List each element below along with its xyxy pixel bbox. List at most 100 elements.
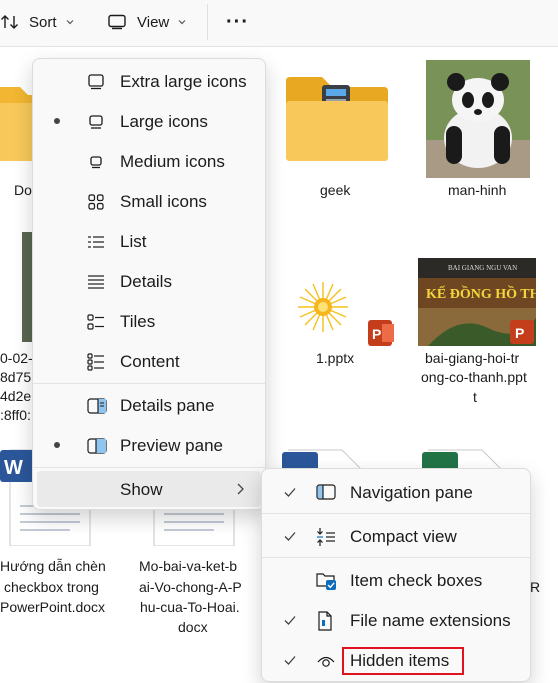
svg-text:KẾ ĐỒNG HỒ THANH: KẾ ĐỒNG HỒ THANH [426, 284, 536, 302]
menu-divider [262, 513, 530, 514]
menu-item-label: Details pane [120, 396, 215, 415]
tiles-icon [87, 313, 105, 331]
submenu-item-hidden-items[interactable]: Hidden items [266, 642, 526, 678]
menu-item-large-icons[interactable]: Large icons [37, 103, 261, 139]
svg-text:BAI GIANG NGU VAN: BAI GIANG NGU VAN [448, 264, 517, 272]
sort-label: Sort [29, 13, 57, 31]
menu-item-content[interactable]: Content [37, 343, 261, 379]
file-label: man-hinh [448, 182, 507, 198]
file-label: PowerPoint.docx [0, 599, 106, 615]
file-label: 8d75( [0, 369, 36, 385]
more-options-button[interactable]: ··· [226, 8, 249, 36]
file-label: 0-02- [0, 350, 33, 366]
file-extension-icon [316, 611, 336, 631]
menu-item-label: Preview pane [120, 436, 224, 455]
image-thumbnail[interactable] [22, 232, 32, 342]
file-label: Do [14, 182, 32, 198]
submenu-item-item-check-boxes[interactable]: Item check boxes [266, 562, 526, 598]
view-button[interactable]: View [108, 8, 187, 36]
toolbar-divider [207, 4, 208, 40]
view-label: View [137, 13, 170, 31]
menu-item-label: Medium icons [120, 152, 225, 171]
menu-item-details-pane[interactable]: Details pane [37, 387, 261, 423]
details-pane-icon [87, 397, 107, 415]
submenu-item-file-name-extensions[interactable]: File name extensions [266, 602, 526, 638]
file-label: :8ff0: [0, 407, 31, 423]
selected-bullet [54, 442, 60, 448]
file-label: ai-Vo-chong-A-P [139, 579, 242, 595]
svg-text:P: P [372, 326, 381, 342]
menu-item-list[interactable]: List [37, 223, 261, 259]
submenu-item-label: Navigation pane [350, 483, 473, 502]
file-label: Mo-bai-va-ket-b [139, 558, 238, 574]
file-label: R [530, 579, 541, 595]
compact-view-icon [316, 527, 336, 547]
menu-item-label: List [120, 232, 147, 251]
submenu-item-label: Compact view [350, 527, 457, 546]
folder-icon[interactable] [284, 75, 390, 168]
menu-item-label: Content [120, 352, 180, 371]
menu-item-details[interactable]: Details [37, 263, 261, 299]
svg-text:W: W [4, 457, 23, 479]
menu-item-label: Large icons [120, 112, 208, 131]
menu-divider [33, 467, 265, 468]
menu-item-preview-pane[interactable]: Preview pane [37, 427, 261, 463]
pptx-thumbnail[interactable]: BAI GIANG NGU VAN KẾ ĐỒNG HỒ THANH P [418, 258, 536, 346]
pptx-file-icon[interactable]: P [296, 280, 396, 355]
file-label: docx [178, 619, 208, 635]
view-icon [108, 14, 126, 30]
highlight-box [342, 647, 464, 675]
menu-item-small-icons[interactable]: Small icons [37, 183, 261, 219]
list-icon [87, 233, 105, 251]
menu-item-medium-icons[interactable]: Medium icons [37, 143, 261, 179]
submenu-item-navigation-pane[interactable]: Navigation pane [266, 474, 526, 510]
menu-item-label: Small icons [120, 192, 207, 211]
chevron-down-icon [65, 17, 75, 27]
command-bar: Sort View ··· [0, 0, 558, 47]
submenu-item-compact-view[interactable]: Compact view [266, 518, 526, 554]
checkmark-icon [283, 485, 297, 504]
menu-item-show[interactable]: Show [37, 471, 261, 507]
content-icon [87, 353, 105, 371]
file-label: t [473, 389, 477, 405]
details-icon [87, 273, 105, 291]
sort-button[interactable]: Sort [0, 8, 75, 36]
file-label: 4d2e( [0, 388, 36, 404]
file-label: ong-co-thanh.ppt [421, 369, 527, 385]
file-label: bai-giang-hoi-tr [425, 350, 520, 366]
file-label: hu-cua-To-Hoai. [140, 599, 240, 615]
checkmark-icon [283, 529, 297, 548]
checkmark-icon [283, 653, 297, 672]
checkmark-icon [283, 613, 297, 632]
file-label: geek [320, 182, 351, 198]
menu-divider [262, 557, 530, 558]
selected-bullet [54, 118, 60, 124]
file-label: 1.pptx [316, 350, 355, 366]
submenu-item-label: Item check boxes [350, 571, 483, 590]
menu-item-extra-large-icons[interactable]: Extra large icons [37, 63, 261, 99]
eye-icon [316, 651, 336, 671]
monitor-icon [87, 113, 105, 131]
show-submenu: Navigation pane Compact view Item check … [261, 468, 531, 682]
monitor-icon [87, 153, 105, 171]
chevron-right-icon [235, 482, 245, 501]
checkbox-folder-icon [316, 571, 336, 591]
menu-item-label: Tiles [120, 312, 156, 331]
preview-pane-icon [87, 437, 107, 455]
chevron-down-icon [177, 17, 187, 27]
file-label: checkbox trong [4, 579, 99, 595]
grid-icon [87, 193, 105, 211]
panda-thumbnail[interactable] [426, 60, 530, 178]
menu-divider [33, 383, 265, 384]
menu-item-label: Details [120, 272, 172, 291]
file-label: Hướng dẫn chèn [0, 558, 106, 574]
submenu-item-label: File name extensions [350, 611, 511, 630]
menu-item-label: Show [120, 480, 163, 499]
menu-item-tiles[interactable]: Tiles [37, 303, 261, 339]
svg-text:P: P [515, 325, 524, 341]
sort-icon [0, 12, 20, 32]
menu-item-label: Extra large icons [120, 72, 247, 91]
navigation-pane-icon [316, 483, 336, 503]
monitor-icon [87, 73, 105, 91]
view-menu: Extra large icons Large icons Medium ico… [32, 58, 266, 510]
